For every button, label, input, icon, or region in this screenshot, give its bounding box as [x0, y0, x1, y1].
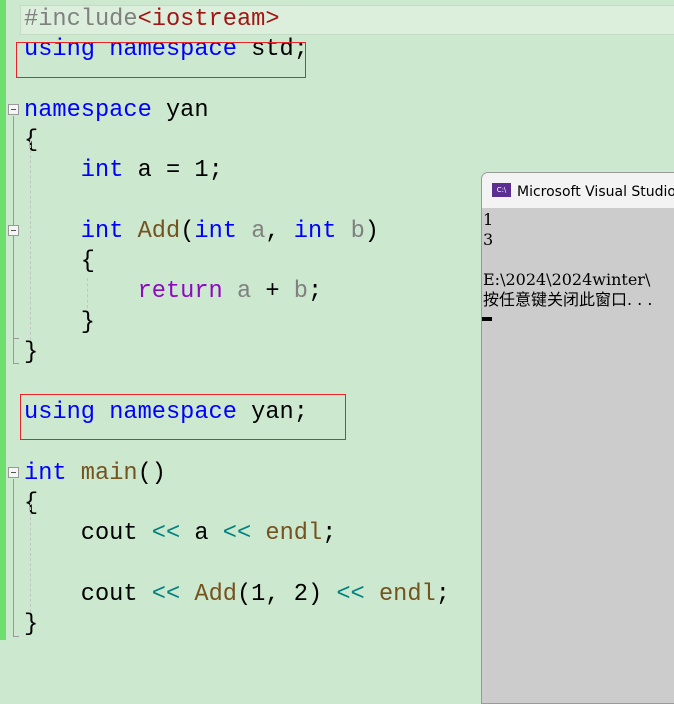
code-token: ;	[322, 520, 337, 548]
code-token: <<	[151, 580, 181, 608]
code-token: int	[80, 157, 124, 185]
code-token: a	[180, 520, 223, 548]
code-token: return	[137, 278, 223, 306]
code-line[interactable]: }	[24, 610, 38, 640]
indent-guide	[30, 140, 31, 340]
code-token: }	[24, 308, 95, 336]
code-token: <iostream>	[137, 6, 280, 33]
code-token: ;	[307, 278, 323, 306]
code-token: {	[24, 490, 39, 517]
code-token: a	[236, 278, 252, 306]
code-token: int	[194, 217, 237, 245]
code-token: {	[24, 127, 39, 154]
fold-line	[13, 479, 14, 636]
code-line[interactable]: int main()	[24, 459, 166, 489]
fold-toggle-namespace-icon[interactable]	[8, 104, 19, 115]
console-title-bar[interactable]: C:\ Microsoft Visual Studio 调试控制台	[482, 173, 674, 208]
code-token: )	[364, 217, 379, 245]
code-line[interactable]: {	[24, 489, 38, 519]
code-line[interactable]: }	[24, 308, 95, 338]
code-token: int	[24, 459, 67, 487]
code-line[interactable]: int Add(int a, int b)	[24, 217, 379, 247]
code-token: <<	[222, 520, 252, 548]
code-token: }	[24, 611, 39, 638]
change-tracking-margin	[0, 0, 6, 640]
code-token: ()	[137, 459, 166, 487]
indent-guide	[30, 502, 31, 612]
highlight-box-using-yan	[20, 394, 346, 440]
code-token: int	[293, 217, 337, 245]
highlight-box-using-std	[16, 42, 306, 78]
code-token: yan	[151, 96, 209, 124]
code-token: namespace	[24, 96, 152, 124]
fold-end	[13, 363, 19, 364]
code-line[interactable]: #include<iostream>	[24, 5, 280, 35]
console-cursor	[482, 317, 492, 321]
code-token: Add	[194, 580, 237, 608]
code-token: Add	[137, 217, 181, 245]
code-token: a	[251, 217, 266, 245]
code-token: ;	[435, 580, 450, 608]
code-line[interactable]: cout << a << endl;	[24, 519, 337, 549]
fold-toggle-add-icon[interactable]	[8, 225, 19, 236]
fold-end	[13, 636, 19, 637]
code-token: <<	[336, 580, 365, 608]
code-token: #include	[24, 6, 138, 33]
console-app-icon: C:\	[492, 183, 511, 197]
code-token: cout	[24, 580, 152, 608]
code-token: endl	[265, 520, 323, 548]
code-token: }	[24, 338, 39, 366]
code-line[interactable]: int a = 1;	[24, 156, 223, 186]
code-line[interactable]: namespace yan	[24, 96, 209, 126]
indent-guide	[87, 278, 88, 308]
debug-console-window[interactable]: C:\ Microsoft Visual Studio 调试控制台 1 3 E:…	[481, 172, 674, 704]
fold-line	[13, 116, 14, 363]
code-token: endl	[378, 580, 436, 608]
code-line[interactable]: cout << Add(1, 2) << endl;	[24, 580, 450, 610]
fold-toggle-main-icon[interactable]	[8, 467, 19, 478]
code-line[interactable]: return a + b;	[24, 277, 323, 307]
code-token: +	[251, 278, 294, 306]
code-token: cout	[24, 520, 152, 548]
code-line[interactable]: {	[24, 126, 38, 156]
code-token: (1, 2)	[236, 580, 337, 608]
console-output: 1 3 E:\2024\2024winter\ 按任意键关闭此窗口. . .	[483, 210, 653, 309]
code-token: <<	[151, 520, 181, 548]
code-token: b	[293, 278, 308, 306]
code-token: main	[80, 459, 138, 487]
code-token: (	[180, 217, 195, 245]
code-token: ,	[265, 217, 294, 245]
code-line[interactable]: {	[24, 247, 95, 277]
code-token: a = 1;	[123, 157, 223, 185]
fold-end	[13, 338, 19, 339]
code-line[interactable]: }	[24, 338, 38, 368]
console-title: Microsoft Visual Studio 调试控制台	[517, 184, 674, 200]
code-token: int	[80, 217, 124, 245]
code-token: b	[350, 217, 365, 245]
code-token: {	[24, 248, 95, 275]
